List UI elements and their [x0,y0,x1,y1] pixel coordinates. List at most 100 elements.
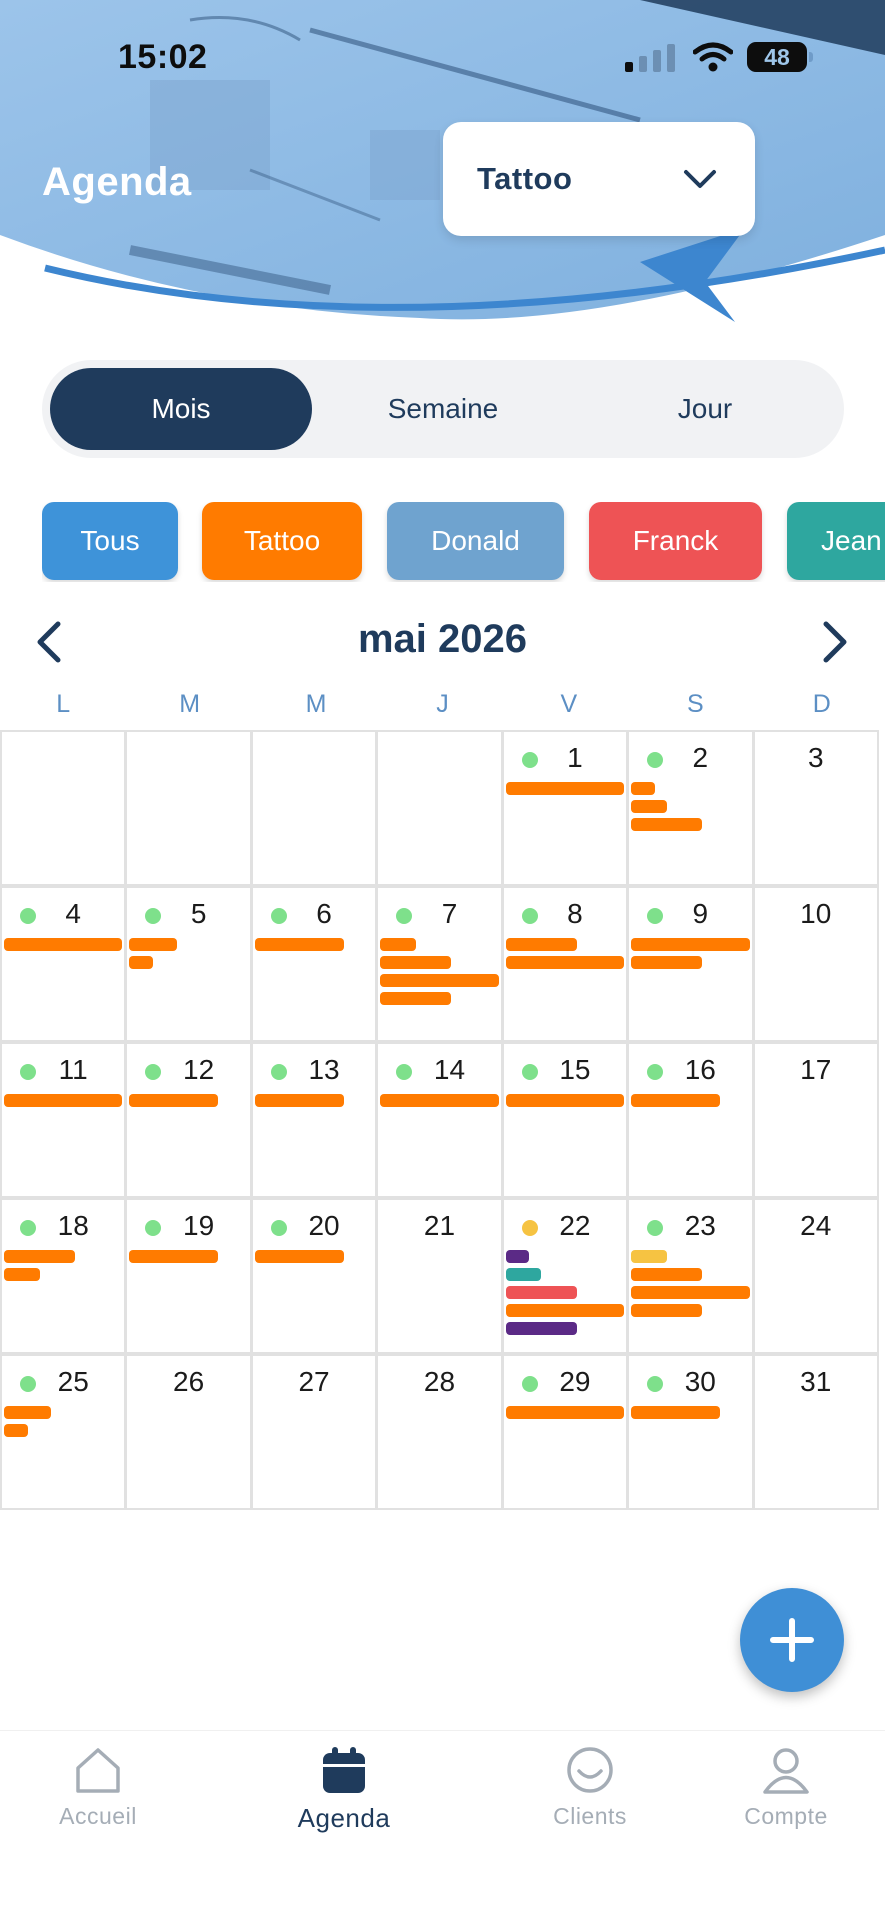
event-bar[interactable] [380,974,499,987]
calendar-day-cell[interactable]: 10 [752,886,879,1042]
calendar-day-cell[interactable]: 31 [752,1354,879,1510]
event-bar[interactable] [631,1268,703,1281]
event-bar[interactable] [505,1286,577,1299]
filter-chip-tous[interactable]: Tous [42,502,178,580]
calendar-day-cell[interactable]: 29 [501,1354,629,1510]
event-bar[interactable] [505,1406,625,1419]
calendar-day-cell[interactable]: 4 [0,886,127,1042]
calendar-day-cell[interactable]: 21 [376,1198,503,1354]
event-bar[interactable] [631,1304,703,1317]
event-bars [254,1250,373,1268]
event-bar[interactable] [631,782,655,795]
calendar-day-cell[interactable]: 16 [627,1042,754,1198]
day-number: 5 [190,898,207,929]
calendar-grid: 1 2 3 4 5 6 7 8 9 10 11 12 13 14 15 16 17 18 19 20 21 22 23 24 2… [0,730,885,1510]
event-bar[interactable] [505,1094,625,1107]
event-bar[interactable] [254,938,344,951]
calendar-day-cell[interactable]: 24 [752,1198,879,1354]
nav-item-agenda[interactable]: Agenda [254,1745,434,1834]
event-bar[interactable] [129,1094,219,1107]
event-bar[interactable] [254,1094,344,1107]
calendar-day-cell[interactable]: 9 [627,886,754,1042]
filter-chip-jean[interactable]: Jean [787,502,885,580]
nav-item-clients[interactable]: Clients [500,1745,680,1830]
event-bar[interactable] [4,1406,52,1419]
calendar-day-cell[interactable]: 19 [125,1198,252,1354]
event-bar[interactable] [129,956,154,969]
next-month-button[interactable] [810,617,860,667]
event-bar[interactable] [631,1286,750,1299]
calendar-day-cell[interactable]: 2 [627,730,754,886]
calendar-day-cell[interactable]: 5 [125,886,252,1042]
event-bar[interactable] [505,782,625,795]
calendar-day-cell[interactable]: 28 [376,1354,503,1510]
calendar-day-cell[interactable]: 22 [501,1198,629,1354]
nav-item-accueil[interactable]: Accueil [8,1745,188,1830]
calendar-day-cell[interactable]: 3 [752,730,879,886]
filter-chip-tattoo[interactable]: Tattoo [202,502,362,580]
calendar-day-cell[interactable]: 17 [752,1042,879,1198]
event-bars [254,1094,373,1112]
event-bar[interactable] [380,1094,499,1107]
event-bar[interactable] [631,1406,720,1419]
calendar-empty-cell [376,730,503,886]
day-number: 27 [298,1366,330,1397]
add-appointment-button[interactable] [740,1588,844,1692]
calendar-day-cell[interactable]: 15 [501,1042,629,1198]
event-bar[interactable] [631,1094,720,1107]
event-bars [4,938,123,956]
event-bar[interactable] [4,1268,40,1281]
nav-item-compte[interactable]: Compte [696,1745,876,1830]
event-bar[interactable] [254,1250,344,1263]
calendar-day-cell[interactable]: 12 [125,1042,252,1198]
event-bar[interactable] [631,938,750,951]
view-option-semaine[interactable]: Semaine [312,368,574,450]
calendar-day-cell[interactable]: 7 [376,886,503,1042]
event-bars [631,1094,749,1112]
event-bar[interactable] [4,938,123,951]
filter-chip-franck[interactable]: Franck [589,502,762,580]
event-bar[interactable] [4,1094,123,1107]
calendar-day-cell[interactable]: 6 [250,886,378,1042]
filter-chip-donald[interactable]: Donald [387,502,564,580]
event-bar[interactable] [631,1250,667,1263]
event-bar[interactable] [505,1304,625,1317]
calendar-day-cell[interactable]: 1 [501,730,629,886]
event-bar[interactable] [380,992,452,1005]
event-bar[interactable] [129,1250,219,1263]
event-bar[interactable] [505,1250,530,1263]
event-bar[interactable] [380,956,452,969]
calendar-day-cell[interactable]: 26 [125,1354,252,1510]
event-bar[interactable] [505,1322,577,1335]
event-bar[interactable] [631,800,667,813]
calendar-day-cell[interactable]: 23 [627,1198,754,1354]
calendar-day-cell[interactable]: 25 [0,1354,127,1510]
calendar-day-cell[interactable]: 11 [0,1042,127,1198]
calendar-day-cell[interactable]: 14 [376,1042,503,1198]
calendar-day-cell[interactable]: 18 [0,1198,127,1354]
calendar-day-cell[interactable]: 20 [250,1198,378,1354]
calendar-day-cell[interactable]: 8 [501,886,629,1042]
view-option-jour[interactable]: Jour [574,368,836,450]
event-bar[interactable] [380,938,416,951]
calendar-day-cell[interactable]: 30 [627,1354,754,1510]
calendar-day-cell[interactable]: 27 [250,1354,378,1510]
event-bar[interactable] [631,818,703,831]
event-bar[interactable] [505,1268,542,1281]
smiley-icon [567,1747,613,1793]
view-option-mois[interactable]: Mois [50,368,312,450]
event-bar[interactable] [505,956,625,969]
event-bar[interactable] [4,1250,76,1263]
calendar-day-cell[interactable]: 13 [250,1042,378,1198]
event-bars [505,1250,625,1340]
studio-select[interactable]: Tattoo [443,122,755,236]
event-bar[interactable] [631,956,703,969]
event-bar[interactable] [505,938,577,951]
calendar-week-row: 1 2 3 [0,730,885,886]
event-bars [505,1406,625,1424]
day-number: 21 [423,1210,456,1241]
event-bar[interactable] [129,938,177,951]
weekday-label: M [305,690,327,718]
home-icon [76,1748,120,1793]
event-bar[interactable] [4,1424,28,1437]
